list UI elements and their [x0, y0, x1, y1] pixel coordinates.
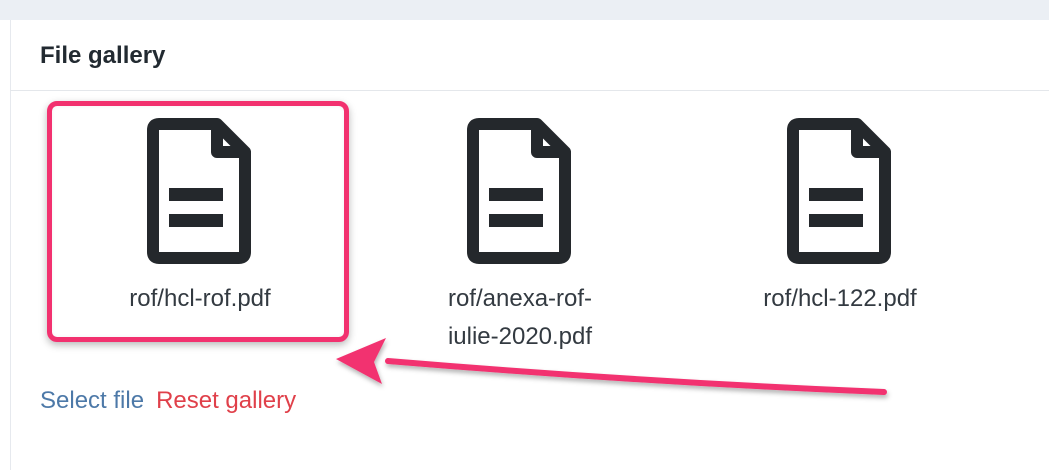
document-icon	[787, 118, 891, 264]
gallery-actions: Select file Reset gallery	[40, 386, 296, 416]
top-bar	[0, 0, 1049, 20]
reset-gallery-link[interactable]: Reset gallery	[156, 387, 296, 414]
file-item[interactable]: rof/hcl-122.pdf	[695, 118, 985, 348]
panel-header: File gallery	[10, 20, 1049, 91]
file-name: rof/hcl-122.pdf	[763, 285, 917, 312]
document-icon	[147, 118, 251, 264]
file-name: rof/hcl-rof.pdf	[129, 285, 271, 312]
document-icon	[467, 118, 571, 264]
file-item[interactable]: rof/hcl-rof.pdf	[55, 118, 345, 348]
file-item[interactable]: rof/anexa-rof-iulie-2020.pdf	[375, 118, 665, 358]
select-file-link[interactable]: Select file	[40, 387, 144, 414]
panel-title: File gallery	[40, 42, 166, 69]
file-name: rof/anexa-rof-iulie-2020.pdf	[447, 285, 593, 350]
